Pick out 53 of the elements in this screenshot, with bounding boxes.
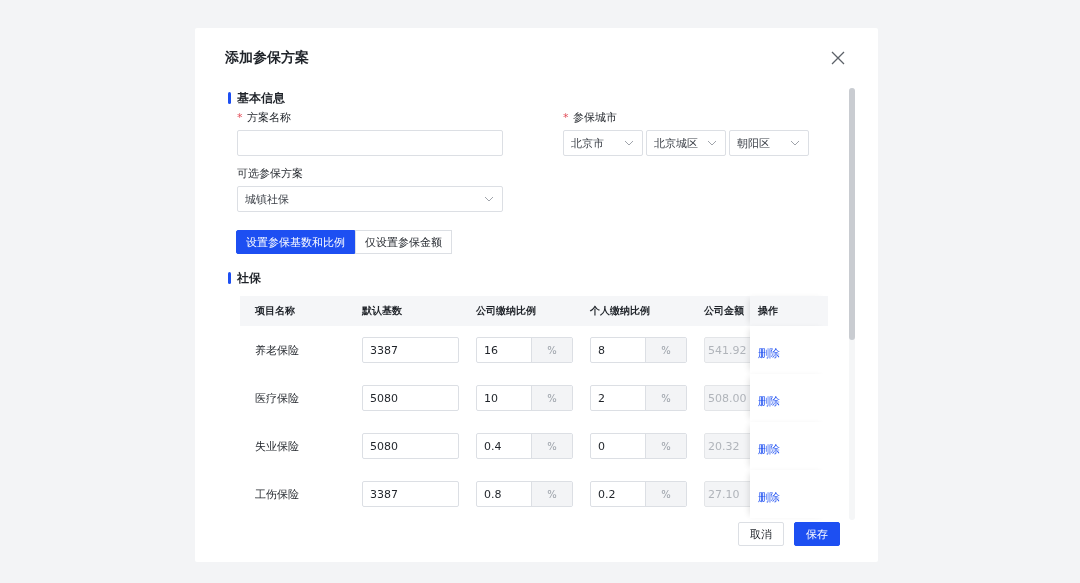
percent-field[interactable]: 0.8 % (476, 481, 573, 507)
column-header: 公司缴纳比例 (476, 305, 536, 316)
mode-tab[interactable]: 设置参保基数和比例 (236, 230, 355, 254)
field-label: 参保城市 (572, 109, 617, 125)
field-label: 方案名称 (246, 109, 291, 125)
column-header: 项目名称 (255, 305, 295, 316)
delete-link[interactable]: 删除 (758, 489, 780, 505)
city-select[interactable]: 北京市 (563, 130, 643, 156)
city-select[interactable]: 北京城区 (646, 130, 726, 156)
save-button[interactable]: 保存 (794, 522, 840, 546)
plan-select[interactable]: 城镇社保 (237, 186, 503, 212)
percent-field[interactable]: 2 % (590, 385, 687, 411)
table-cell: 医疗保险 (255, 391, 299, 405)
column-header: 公司金额 (704, 305, 744, 316)
table-cell: 养老保险 (255, 343, 299, 357)
amount-field: 20.32 (704, 433, 750, 459)
chevron-down-icon (790, 140, 800, 146)
percent-field[interactable]: 16 % (476, 337, 573, 363)
column-header: 操作 (758, 304, 778, 318)
section-title: 社保 (237, 269, 261, 287)
delete-link[interactable]: 删除 (758, 441, 780, 457)
column-header: 默认基数 (362, 305, 402, 316)
percent-field[interactable]: 10 % (476, 385, 573, 411)
base-input[interactable]: 5080 (362, 433, 459, 459)
base-input[interactable]: 5080 (362, 385, 459, 411)
section-title: 基本信息 (237, 89, 285, 107)
chevron-down-icon (484, 196, 494, 202)
cancel-button[interactable]: 取消 (738, 522, 784, 546)
percent-field[interactable]: 8 % (590, 337, 687, 363)
close-icon[interactable] (831, 51, 845, 65)
scrollbar[interactable] (849, 88, 855, 520)
chevron-down-icon (707, 140, 717, 146)
chevron-down-icon (624, 140, 634, 146)
required-mark: * (563, 110, 569, 124)
delete-link[interactable]: 删除 (758, 393, 780, 409)
city-select[interactable]: 朝阳区 (729, 130, 809, 156)
plan-name-input[interactable] (237, 130, 503, 156)
table-cell: 失业保险 (255, 439, 299, 453)
required-mark: * (237, 110, 243, 124)
percent-field[interactable]: 0.2 % (590, 481, 687, 507)
mode-tab[interactable]: 仅设置参保金额 (355, 230, 452, 254)
field-label: 可选参保方案 (237, 165, 303, 181)
dialog-title: 添加参保方案 (225, 49, 309, 67)
amount-field: 27.10 (704, 481, 750, 507)
delete-link[interactable]: 删除 (758, 345, 780, 361)
percent-field[interactable]: 0 % (590, 433, 687, 459)
amount-field: 541.92 (704, 337, 750, 363)
amount-field: 508.00 (704, 385, 750, 411)
table-cell: 工伤保险 (255, 487, 299, 501)
base-input[interactable]: 3387 (362, 337, 459, 363)
percent-field[interactable]: 0.4 % (476, 433, 573, 459)
base-input[interactable]: 3387 (362, 481, 459, 507)
column-header: 个人缴纳比例 (590, 305, 650, 316)
